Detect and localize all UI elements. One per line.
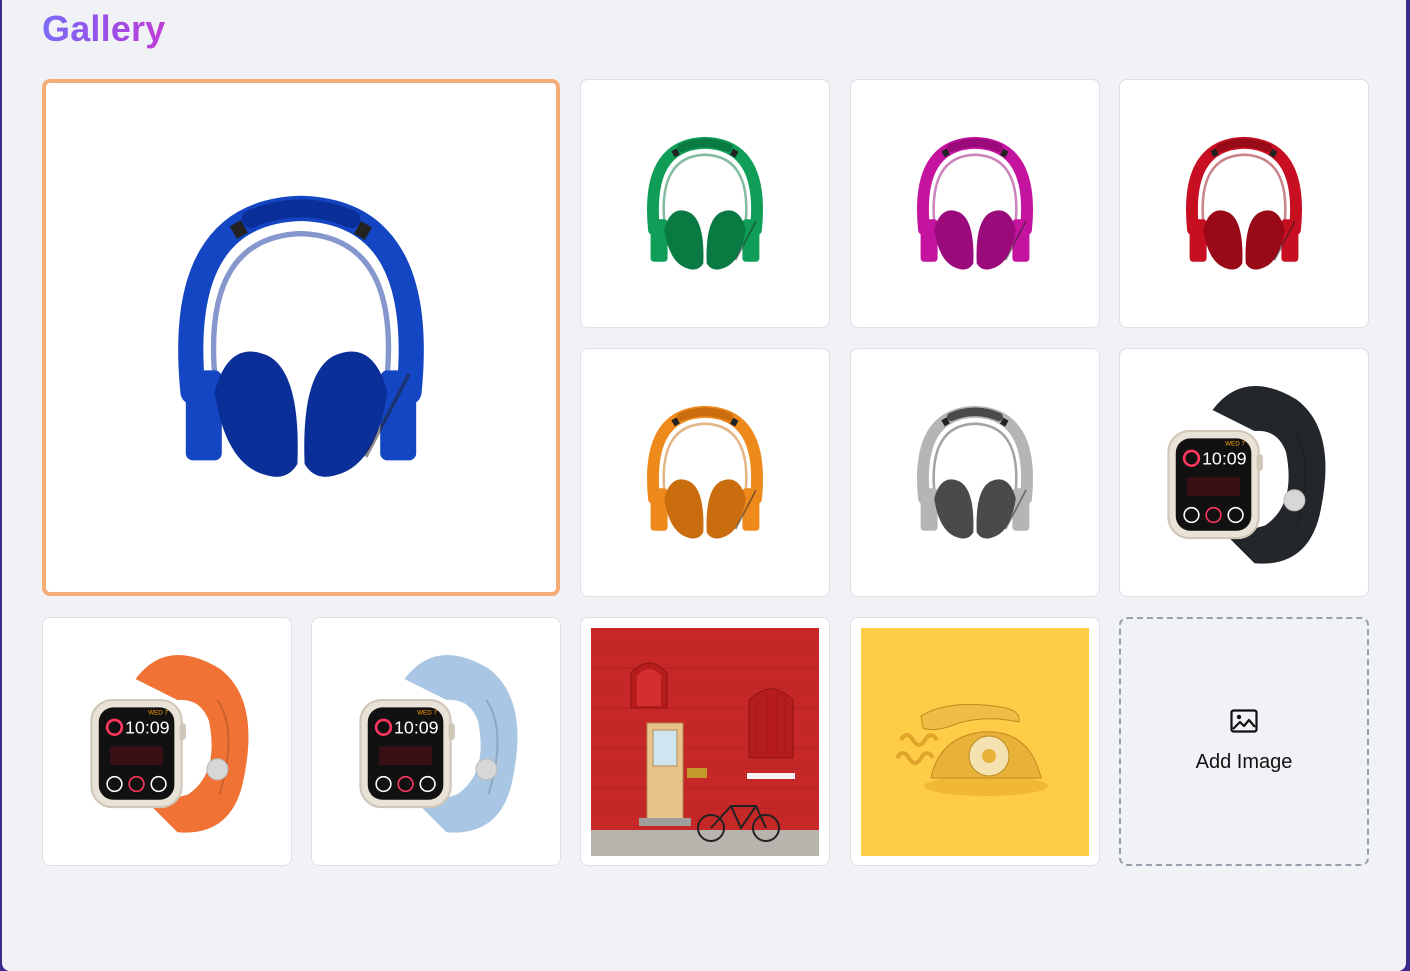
gallery-item[interactable] [580, 348, 830, 597]
add-image-label: Add Image [1195, 751, 1293, 773]
page-title: Gallery [42, 8, 166, 49]
headphones-icon [1186, 136, 1302, 270]
headphones-icon [917, 405, 1033, 539]
svg-text:WED 7: WED 7 [417, 709, 437, 716]
svg-text:WED 7: WED 7 [148, 709, 168, 716]
gallery-item[interactable] [850, 79, 1100, 328]
gallery-item[interactable] [850, 348, 1100, 597]
app-window: Gallery 10:09 WED 7 10:09 WED 7 10:09 WED 7 [2, 0, 1406, 971]
add-image-button[interactable]: Add Image [1119, 617, 1369, 866]
gallery-item[interactable] [1119, 79, 1369, 328]
headphones-icon [178, 195, 424, 477]
telephone-photo [861, 627, 1089, 856]
brick-wall-photo [591, 627, 819, 856]
headphones-icon [647, 136, 763, 270]
svg-text:10:09: 10:09 [394, 717, 439, 737]
watch-icon: 10:09WED 7 [359, 654, 518, 833]
svg-text:WED 7: WED 7 [1225, 440, 1245, 447]
gallery-item[interactable] [850, 617, 1100, 866]
gallery-item-featured[interactable] [42, 79, 560, 596]
gallery-item[interactable]: 10:09 WED 7 [1119, 348, 1369, 597]
watch-icon: 10:09WED 7 [90, 654, 249, 833]
gallery-item[interactable]: 10:09 WED 7 [311, 617, 561, 866]
gallery-item[interactable]: 10:09 WED 7 [42, 617, 292, 866]
headphones-icon [647, 405, 763, 539]
headphones-icon [917, 136, 1033, 270]
image-icon [1230, 709, 1258, 733]
svg-text:10:09: 10:09 [1202, 448, 1247, 468]
svg-text:10:09: 10:09 [125, 717, 170, 737]
gallery-item[interactable] [580, 79, 830, 328]
watch-icon: 10:09WED 7 [1167, 385, 1326, 564]
gallery-item[interactable] [580, 617, 830, 866]
